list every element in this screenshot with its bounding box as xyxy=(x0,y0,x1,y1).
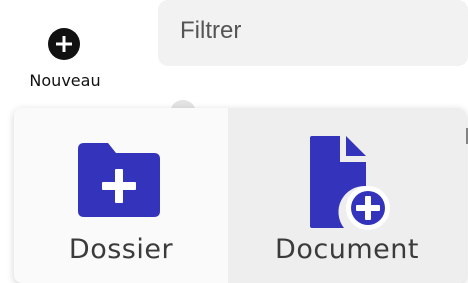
folder-plus-icon xyxy=(78,143,160,217)
menu-item-folder-label: Dossier xyxy=(68,234,174,265)
menu-item-folder[interactable]: Dossier xyxy=(14,108,228,283)
filter-input[interactable] xyxy=(178,10,452,52)
new-button-label: Nouveau xyxy=(29,71,101,90)
file-plus-icon xyxy=(310,136,390,230)
new-button[interactable]: Nouveau xyxy=(26,16,101,92)
menu-item-document[interactable]: Document xyxy=(228,108,466,283)
menu-item-document-label: Document xyxy=(275,234,419,265)
plus-circle-icon xyxy=(48,28,80,60)
new-item-menu: Dossier Document xyxy=(14,108,466,283)
filter-box xyxy=(158,0,468,66)
